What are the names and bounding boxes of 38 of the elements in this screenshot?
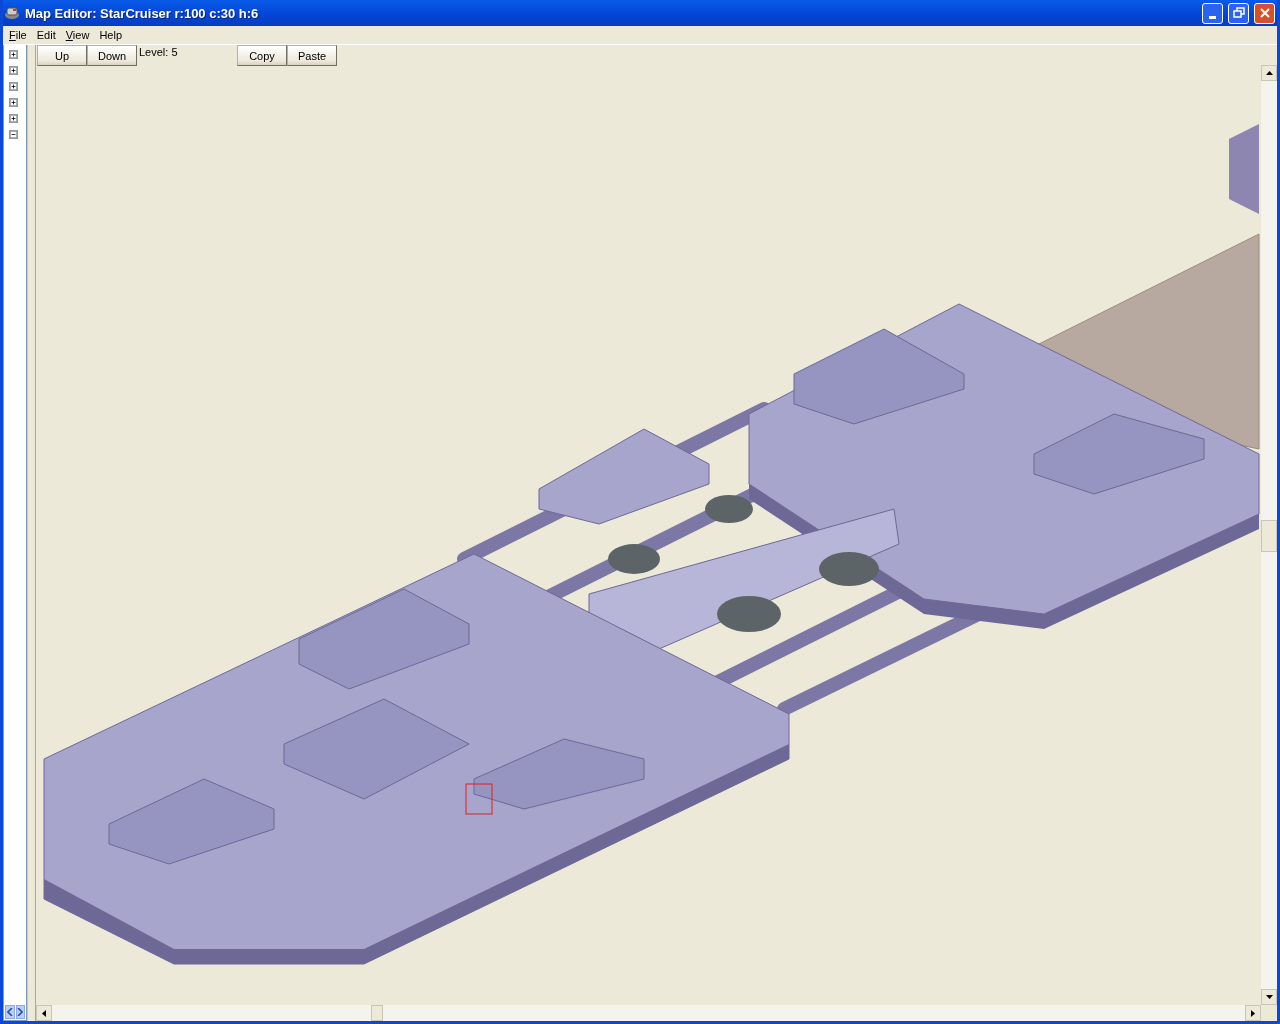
toolbar-button[interactable]: Up [37,45,87,66]
expand-icon[interactable] [9,66,18,75]
horizontal-scrollbar[interactable] [36,1005,1261,1021]
expand-icon[interactable] [9,50,18,59]
chevron-right-icon [17,1008,24,1016]
expand-icon[interactable] [9,98,18,107]
close-button[interactable] [1254,2,1275,24]
app-icon [4,5,20,21]
toolbar-button[interactable]: Down [87,45,137,66]
close-icon [1258,7,1271,19]
collapse-icon[interactable] [9,130,18,139]
minimize-icon [1209,15,1216,19]
scrollbar-thumb[interactable] [371,1005,383,1021]
expand-icon[interactable] [9,114,18,123]
toolbar-button[interactable]: Paste [287,45,337,66]
triangle-up-icon [1265,71,1273,75]
scroll-down-button[interactable] [1261,989,1277,1005]
menu-item[interactable]: Edit [32,29,62,41]
expand-icon[interactable] [9,82,18,91]
toolbar-button[interactable]: Copy [237,45,287,66]
scroll-up-button[interactable] [1261,65,1277,81]
triangle-down-icon [1265,995,1273,999]
window-title: Map Editor: StarCruiser r:100 c:30 h:6 [25,5,260,21]
scroll-right-button[interactable] [1245,1005,1261,1021]
scroll-right-button[interactable] [15,1005,25,1019]
menu-item[interactable]: Help [95,29,128,41]
minimize-button[interactable] [1202,2,1223,24]
triangle-left-icon [42,1009,46,1017]
chevron-left-icon [6,1008,13,1016]
restore-icon [1232,7,1245,19]
vertical-scrollbar[interactable] [1261,65,1277,1005]
restore-button[interactable] [1228,2,1249,24]
scroll-left-button[interactable] [36,1005,52,1021]
triangle-right-icon [1251,1009,1255,1017]
menu-item[interactable]: View [61,29,96,41]
scrollbar-thumb[interactable] [1261,520,1277,552]
menu-item[interactable]: File [5,29,33,41]
level-label: Level: 5 [138,45,179,59]
